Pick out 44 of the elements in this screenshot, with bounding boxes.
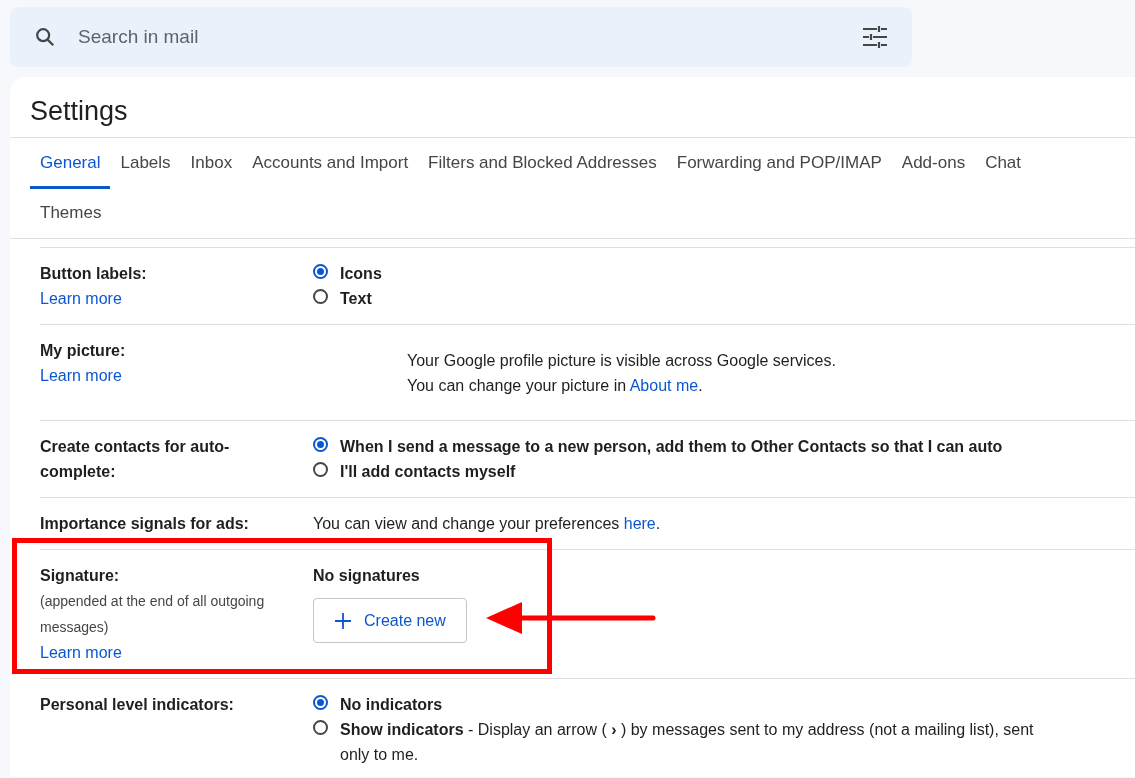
info-text: Your Google profile picture is visible across Google services. [407,351,837,371]
radio-label: Show indicators - Display an arrow ( › ) by messages sent to my address (not a mailing list), sent only to me. [340,720,1035,765]
plus-icon [334,611,352,630]
radio-button[interactable] [313,462,328,477]
radio-button[interactable] [313,437,328,452]
setting-label: Personal level indicators: [40,695,235,715]
signature-heading: No signatures [313,566,420,586]
settings-tab[interactable]: Labels [110,139,181,189]
search-field[interactable]: Search in mail [78,22,840,52]
radio-label: Icons [340,264,382,284]
radio-label: Text [340,289,372,309]
search-bar[interactable]: Search in mail [10,7,912,67]
settings-tab[interactable]: Inbox [180,139,243,189]
info-text: You can change your picture in About me. [407,376,704,396]
setting-label: Button labels: [40,264,148,284]
radio-label: No indicators [340,695,443,715]
radio-button[interactable] [313,720,328,735]
settings-tab[interactable]: Chat [975,139,1032,189]
settings-tab[interactable]: General [30,139,111,189]
search-icon [34,26,56,48]
filter-sliders-icon[interactable] [862,25,888,49]
learn-more-link[interactable]: Learn more [40,286,297,311]
link[interactable]: About me [629,377,699,394]
radio-button[interactable] [313,264,328,279]
setting-note: (appended at the end of all outgoing messages) [40,592,266,637]
create-new-button[interactable]: Create new [313,598,467,643]
info-text: You can view and change your preferences here. [313,514,662,534]
radio-button[interactable] [313,289,328,304]
setting-label: My picture: [40,341,127,361]
learn-more-link[interactable]: Learn more [40,640,297,665]
settings-tab[interactable]: Forwarding and POP/IMAP [666,139,892,189]
setting-label: Importance signals for ads: [40,514,250,534]
settings-tab[interactable]: Filters and Blocked Addresses [418,139,667,189]
settings-tab[interactable]: Accounts and Import [242,139,419,189]
radio-button[interactable] [313,695,328,710]
link[interactable]: here [623,515,656,532]
setting-label: Signature: [40,566,121,586]
radio-label: When I send a message to a new person, add them to Other Contacts so that I can auto [340,437,1003,457]
settings-tab[interactable]: Themes [30,189,112,239]
settings-tab[interactable]: Add-ons [891,139,976,189]
settings-title: Settings [29,95,129,128]
setting-label: Create contacts for auto-complete: [40,437,231,482]
radio-label: I'll add contacts myself [340,462,516,482]
learn-more-link[interactable]: Learn more [40,363,297,388]
